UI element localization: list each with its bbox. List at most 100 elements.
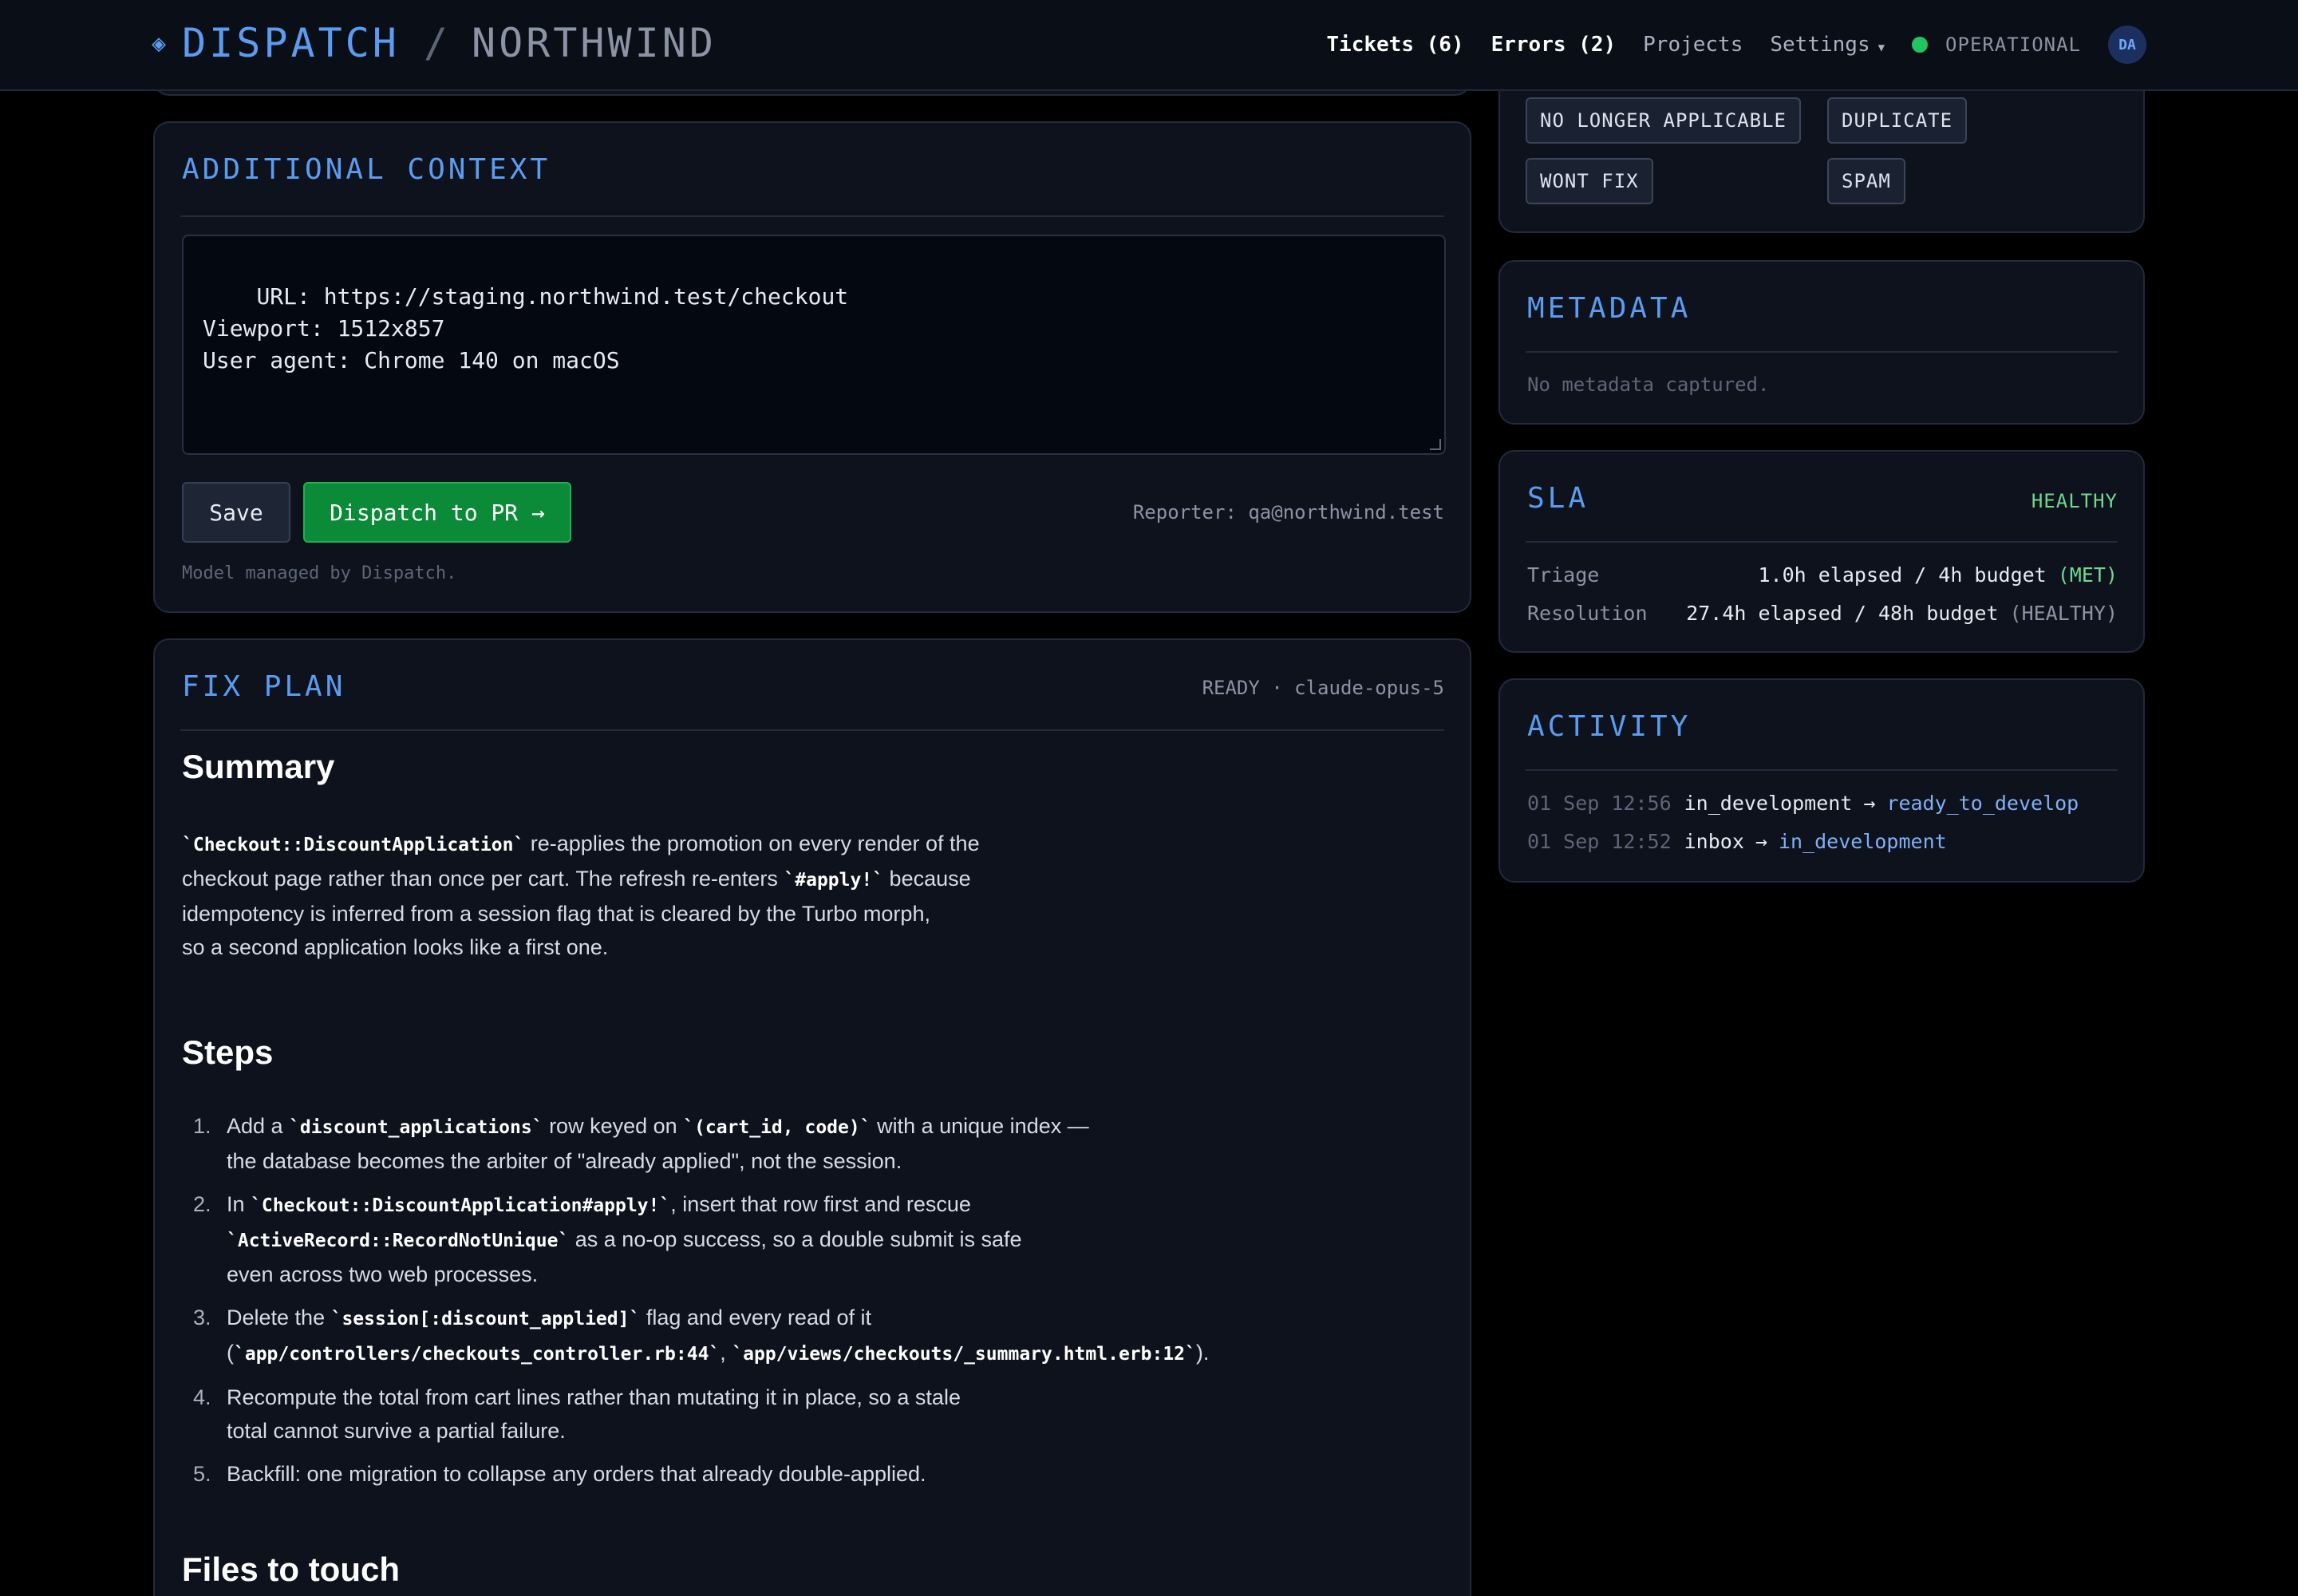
nav-tickets[interactable]: Tickets (6) (1326, 33, 1463, 57)
text: Backfill: one migration to collapse any … (227, 1462, 926, 1486)
card-title: FIX PLAN (182, 670, 346, 703)
chevron-down-icon: ▼ (1877, 41, 1885, 54)
text: idempotency is inferred from a session f… (182, 902, 930, 926)
step-number: 1. (193, 1114, 211, 1138)
text: the database becomes the arbiter of "alr… (227, 1149, 902, 1173)
sla-row-triage: Triage 1.0h elapsed / 4h budget (MET) (1527, 559, 2118, 591)
model-note: Model managed by Dispatch. (182, 563, 457, 583)
step-item: 3. Delete the `session[:discount_applied… (182, 1301, 1451, 1371)
activity-time: 01 Sep 12:52 (1527, 829, 1672, 853)
context-textarea[interactable]: URL: https://staging.northwind.test/chec… (182, 235, 1446, 455)
plan-content: Summary `Checkout::DiscountApplication` … (182, 747, 1451, 1590)
inline-code: `Checkout::DiscountApplication#apply!` (251, 1195, 671, 1216)
text: , (720, 1341, 732, 1365)
nav-projects[interactable]: Projects (1643, 33, 1743, 57)
step-number: 2. (193, 1192, 211, 1216)
system-status: OPERATIONAL (1945, 34, 2081, 56)
sla-tag: (HEALTHY) (2009, 601, 2118, 625)
close-reason-spam[interactable]: SPAM (1827, 158, 1905, 204)
inline-code: `#apply!` (784, 870, 884, 891)
user-avatar[interactable]: DA (2108, 26, 2146, 64)
divider (1526, 351, 2118, 353)
sla-label: Resolution (1527, 601, 1648, 625)
fix-plan-card: FIX PLAN READY · claude-opus-5 Summary `… (153, 638, 1471, 1596)
brand[interactable]: ◈ DISPATCH / NORTHWIND (152, 18, 717, 69)
text: so a second application looks like a fir… (182, 935, 609, 959)
close-reason-duplicate[interactable]: DUPLICATE (1827, 97, 1968, 144)
project-name: NORTHWIND (472, 20, 717, 66)
summary-paragraph: `Checkout::DiscountApplication` re-appli… (182, 827, 1451, 964)
text: flag and every read of it (640, 1306, 871, 1329)
nav-settings-label: Settings (1770, 33, 1870, 57)
activity-to-state[interactable]: in_development (1779, 830, 1947, 853)
divider (1526, 541, 2118, 543)
nav-settings[interactable]: Settings ▼ (1770, 33, 1885, 57)
steps-list: 1. Add a `discount_applications` row key… (182, 1109, 1451, 1491)
reporter: Reporter: qa@northwind.test (1132, 501, 1444, 523)
divider (1526, 769, 2118, 771)
close-reason-no-longer-applicable[interactable]: NO LONGER APPLICABLE (1526, 97, 1801, 144)
text: checkout page rather than once per cart.… (182, 867, 784, 891)
text: Recompute the total from cart lines rath… (227, 1385, 961, 1409)
step-item: 5. Backfill: one migration to collapse a… (182, 1457, 1451, 1491)
context-text: URL: https://staging.northwind.test/chec… (203, 283, 849, 373)
inline-code: `discount_applications` (289, 1117, 543, 1138)
sla-status-badge: HEALTHY (2031, 490, 2118, 512)
step-number: 4. (193, 1385, 211, 1409)
step-item: 1. Add a `discount_applications` row key… (182, 1109, 1451, 1178)
brand-separator: / (423, 20, 448, 66)
arrow-right-icon: → (1863, 791, 1876, 815)
sla-value: 27.4h elapsed / 48h budget (1686, 601, 1999, 625)
metadata-card: METADATA No metadata captured. (1498, 260, 2145, 425)
text: with a unique index — (871, 1114, 1089, 1138)
save-button[interactable]: Save (182, 482, 290, 543)
top-bar: ◈ DISPATCH / NORTHWIND Tickets (6) Error… (0, 0, 2298, 91)
sla-card: SLA HEALTHY Triage 1.0h elapsed / 4h bud… (1498, 450, 2145, 653)
text: ( (227, 1341, 234, 1365)
divider (180, 729, 1444, 731)
close-reason-wont-fix[interactable]: WONT FIX (1526, 158, 1653, 204)
inline-code: `ActiveRecord::RecordNotUnique` (227, 1231, 570, 1251)
text: In (227, 1192, 251, 1216)
activity-card: ACTIVITY 01 Sep 12:56 in_development → r… (1498, 678, 2145, 883)
card-title: ACTIVITY (1527, 710, 1692, 743)
inline-code: `session[:discount_applied]` (330, 1309, 641, 1329)
plan-status: READY · claude-opus-5 (1202, 677, 1444, 699)
activity-item: 01 Sep 12:56 in_development → ready_to_d… (1527, 787, 2118, 819)
metadata-empty-state: No metadata captured. (1527, 373, 1770, 396)
step-item: 4. Recompute the total from cart lines r… (182, 1381, 1451, 1448)
divider (180, 215, 1444, 217)
steps-heading: Steps (182, 1033, 274, 1071)
diamond-logo-icon: ◈ (152, 29, 167, 57)
step-number: 3. (193, 1306, 211, 1329)
text: ). (1195, 1341, 1210, 1365)
card-title: SLA (1527, 482, 1589, 515)
files-heading: Files to touch (182, 1551, 400, 1588)
resize-handle-icon[interactable] (1430, 439, 1441, 450)
text: , insert that row first and rescue (670, 1192, 971, 1216)
card-title: ADDITIONAL CONTEXT (182, 153, 551, 186)
sla-label: Triage (1527, 563, 1600, 587)
additional-context-card: ADDITIONAL CONTEXT URL: https://staging.… (153, 121, 1471, 613)
card-title: METADATA (1527, 292, 1692, 325)
text: because (883, 867, 971, 891)
inline-code: `app/views/checkouts/_summary.html.erb:1… (732, 1344, 1196, 1365)
text: re-applies the promotion on every render… (524, 832, 980, 855)
inline-code: `Checkout::DiscountApplication` (182, 835, 525, 855)
sla-value: 1.0h elapsed / 4h budget (1758, 563, 2047, 587)
text: total cannot survive a partial failure. (227, 1419, 566, 1443)
text: even across two web processes. (227, 1262, 539, 1286)
arrow-right-icon: → (1755, 829, 1767, 853)
activity-from-state: in_development (1684, 791, 1853, 815)
activity-to-state[interactable]: ready_to_develop (1886, 792, 2079, 815)
main-nav: Tickets (6) Errors (2) Projects Settings… (1326, 22, 2146, 67)
text: as a no-op success, so a double submit i… (569, 1227, 1022, 1251)
inline-code: `app/controllers/checkouts_controller.rb… (234, 1344, 721, 1365)
status-dot-icon (1912, 37, 1929, 53)
step-number: 5. (193, 1462, 211, 1486)
inline-code: `(cart_id, code)` (683, 1117, 871, 1138)
dispatch-to-pr-button[interactable]: Dispatch to PR → (303, 482, 571, 543)
activity-time: 01 Sep 12:56 (1527, 791, 1672, 815)
text: Add a (227, 1114, 290, 1138)
nav-errors[interactable]: Errors (2) (1491, 33, 1617, 57)
